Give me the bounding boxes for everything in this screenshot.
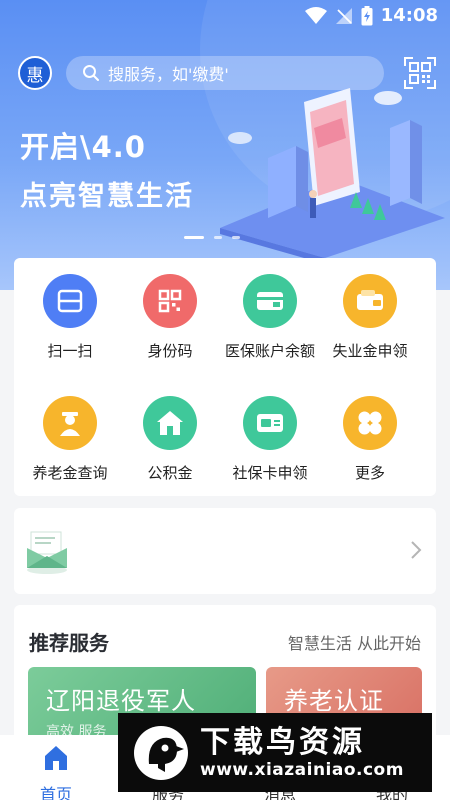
chevron-right-icon[interactable] [410, 540, 422, 560]
service-housing-fund[interactable]: 公积金 [120, 396, 220, 483]
tile-title: 养老认证 [284, 687, 384, 715]
service-medical-balance[interactable]: 医保账户余额 [220, 274, 320, 361]
service-social-card[interactable]: 社保卡申领 [220, 396, 320, 483]
house-icon [143, 396, 197, 450]
smart-city-illustration [220, 88, 445, 258]
service-unemployment[interactable]: 失业金申领 [320, 274, 420, 361]
app-logo[interactable]: 惠 [18, 56, 52, 90]
more-icon [343, 396, 397, 450]
service-label: 更多 [354, 464, 385, 482]
logo-glyph: 惠 [26, 65, 44, 86]
notice-banner[interactable] [14, 508, 436, 594]
envelope-icon [27, 531, 67, 574]
service-id-code[interactable]: 身份码 [120, 274, 220, 361]
watermark-overlay: 下载鸟资源 www.xiazainiao.com [118, 713, 432, 792]
no-signal-icon [335, 7, 352, 24]
bird-logo-icon [134, 725, 188, 780]
service-label: 身份码 [147, 342, 193, 360]
search-placeholder: 搜服务，如'缴费' [108, 65, 229, 84]
clock: 14:08 [380, 5, 438, 26]
service-label: 社保卡申领 [232, 464, 308, 482]
carousel-dot [232, 236, 240, 239]
tile-title: 辽阳退役军人 [46, 687, 196, 715]
search-icon [83, 65, 99, 81]
scan-icon [43, 274, 97, 328]
search-input[interactable]: 搜服务，如'缴费' [66, 56, 384, 90]
service-more[interactable]: 更多 [320, 396, 420, 483]
service-label: 扫一扫 [47, 342, 93, 360]
watermark-url: www.xiazainiao.com [200, 759, 404, 780]
qr-scan-icon[interactable] [404, 57, 436, 89]
watermark-text: 下载鸟资源 [200, 724, 365, 760]
banner-title: 开启\4.0 [20, 130, 146, 164]
social-card-icon [243, 396, 297, 450]
service-grid: 扫一扫 身份码 医保账户余额 失业金申领 养老金查询 公积金 社保卡申领 更多 [14, 258, 436, 496]
service-label: 医保账户余额 [224, 342, 315, 360]
tab-label: 首页 [39, 785, 72, 800]
status-bar: 14:08 [0, 0, 450, 32]
hero-banner[interactable]: 14:08 惠 搜服务，如'缴费' 开启\4.0 点亮智慧生活 [0, 0, 450, 290]
qrcode-icon [143, 274, 197, 328]
home-icon [45, 746, 67, 770]
recommend-subtitle: 智慧生活 从此开始 [287, 634, 421, 653]
wallet-icon [343, 274, 397, 328]
medical-card-icon [243, 274, 297, 328]
service-label: 公积金 [147, 464, 193, 482]
tab-home[interactable]: 首页 [0, 739, 112, 800]
service-label: 失业金申领 [332, 342, 408, 360]
carousel-dot [214, 236, 222, 239]
carousel-indicator [184, 236, 240, 239]
status-icons: 14:08 [304, 5, 438, 26]
service-pension-query[interactable]: 养老金查询 [20, 396, 120, 483]
service-scan[interactable]: 扫一扫 [20, 274, 120, 361]
service-label: 养老金查询 [32, 464, 108, 482]
carousel-dot [184, 236, 204, 239]
wifi-icon [304, 6, 327, 24]
battery-icon [361, 5, 373, 25]
elder-icon [43, 396, 97, 450]
recommend-title: 推荐服务 [29, 631, 109, 655]
banner-subtitle: 点亮智慧生活 [20, 181, 194, 212]
